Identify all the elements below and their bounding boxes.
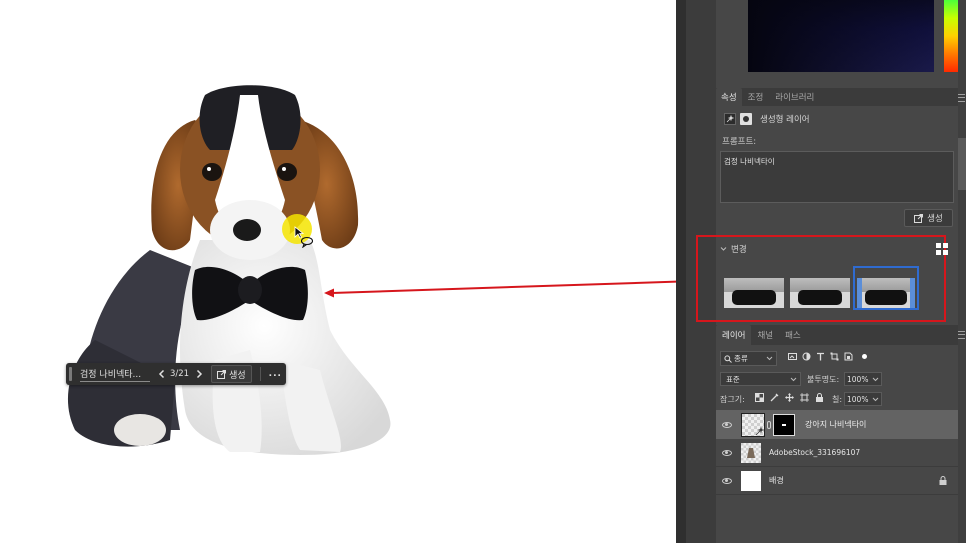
opacity-value: 100%: [847, 374, 869, 384]
variations-label: 변경: [731, 245, 747, 255]
variation-thumbnail-1[interactable]: [724, 278, 784, 308]
properties-generate-button[interactable]: 생성: [904, 209, 953, 227]
properties-panel-menu-icon[interactable]: [958, 94, 965, 102]
tab-paths[interactable]: 패스: [779, 327, 807, 343]
layers-tabbar: 레이어 채널 패스: [716, 325, 958, 345]
generative-layer-icon: [724, 113, 736, 125]
layer-mask-icon: [740, 113, 752, 125]
lock-transparent-pixels-icon[interactable]: [755, 393, 764, 402]
annotation-arrow: [324, 280, 696, 298]
prompt-label: 프롬프트:: [722, 137, 757, 147]
layer-thumbnail: [741, 442, 761, 463]
layer-mask-thumbnail[interactable]: [773, 413, 795, 436]
layer-filter-label: 종류: [734, 354, 748, 363]
blend-mode-value: 표준: [726, 374, 740, 384]
layer-row-background[interactable]: 배경: [716, 467, 958, 495]
document-canvas[interactable]: 검정 나비넥타... 3/21 생성 ...: [0, 0, 696, 543]
lock-icons: [755, 393, 824, 402]
puppy-thumbnail-icon: [747, 447, 755, 458]
chevron-down-icon: [790, 377, 797, 381]
variation-thumbnail-3-selected[interactable]: [853, 266, 919, 310]
tab-properties[interactable]: 속성: [716, 88, 742, 106]
lock-image-pixels-icon[interactable]: [770, 393, 779, 402]
generative-layer-header: 생성형 레이어: [716, 109, 958, 129]
generate-icon: [914, 213, 924, 223]
visibility-eye-icon[interactable]: [722, 477, 732, 484]
layer-name[interactable]: AdobeStock_331696107: [769, 448, 860, 457]
blend-mode-select[interactable]: 표준: [720, 372, 801, 386]
visibility-eye-icon[interactable]: [722, 421, 732, 428]
panel-collapse-strip: [958, 0, 966, 543]
properties-scrollbar[interactable]: [958, 138, 966, 190]
chevron-down-icon: [872, 397, 879, 401]
opacity-label: 불투명도:: [807, 375, 840, 384]
generative-badge-icon: [755, 426, 764, 435]
filter-smart-object-icon[interactable]: [844, 352, 853, 361]
chevron-down-icon: [872, 377, 879, 381]
gutter-divider: [676, 0, 686, 543]
variation-thumbnail-2[interactable]: [790, 278, 850, 308]
visibility-eye-icon[interactable]: [722, 449, 732, 456]
layer-row-bowtie[interactable]: 강아지 나비넥타이: [716, 410, 958, 439]
layer-thumbnail: [741, 470, 761, 491]
tab-libraries[interactable]: 라이브러리: [769, 89, 820, 105]
fill-label: 칠:: [832, 395, 843, 404]
prompt-textarea[interactable]: 검정 나비넥타이: [720, 151, 954, 203]
generate-button-label: 생성: [927, 214, 943, 224]
properties-tabbar: 속성 조정 라이브러리: [716, 88, 958, 106]
filter-adjustment-icon[interactable]: [802, 352, 811, 361]
opacity-input[interactable]: 100%: [844, 372, 882, 386]
layer-name[interactable]: 배경: [769, 475, 784, 486]
layer-filter-select[interactable]: 종류: [720, 351, 777, 366]
variations-grid-toggle-icon[interactable]: [936, 243, 948, 255]
mask-link-icon[interactable]: [767, 420, 771, 429]
chevron-down-icon: [766, 356, 773, 361]
layer-type-label: 생성형 레이어: [760, 115, 810, 125]
tab-channels[interactable]: 채널: [751, 327, 779, 343]
lock-all-icon[interactable]: [815, 393, 824, 402]
filter-shape-icon[interactable]: [830, 352, 839, 361]
fill-input[interactable]: 100%: [844, 392, 882, 406]
fill-value: 100%: [847, 394, 869, 404]
filter-type-icon[interactable]: [816, 352, 825, 361]
filter-toggle-icon[interactable]: [862, 354, 867, 359]
filter-pixel-icon[interactable]: [788, 352, 797, 361]
chevron-down-icon: [720, 247, 727, 251]
lock-position-icon[interactable]: [785, 393, 794, 402]
lock-icon[interactable]: [939, 476, 947, 485]
tab-layers[interactable]: 레이어: [716, 325, 752, 345]
variations-header[interactable]: 변경: [720, 243, 747, 255]
lock-artboard-icon[interactable]: [800, 393, 809, 402]
tab-adjustments[interactable]: 조정: [742, 89, 770, 105]
search-icon: [724, 354, 732, 363]
hue-slider[interactable]: [944, 0, 958, 72]
layer-thumbnail: [741, 412, 765, 437]
layers-panel-menu-icon[interactable]: [958, 331, 965, 339]
layer-row-adobestock[interactable]: AdobeStock_331696107: [716, 439, 958, 467]
layer-filter-icons: [788, 352, 867, 361]
lock-label: 잠그기:: [720, 395, 745, 404]
color-saturation-field[interactable]: [748, 0, 934, 72]
layer-name[interactable]: 강아지 나비넥타이: [805, 419, 866, 430]
